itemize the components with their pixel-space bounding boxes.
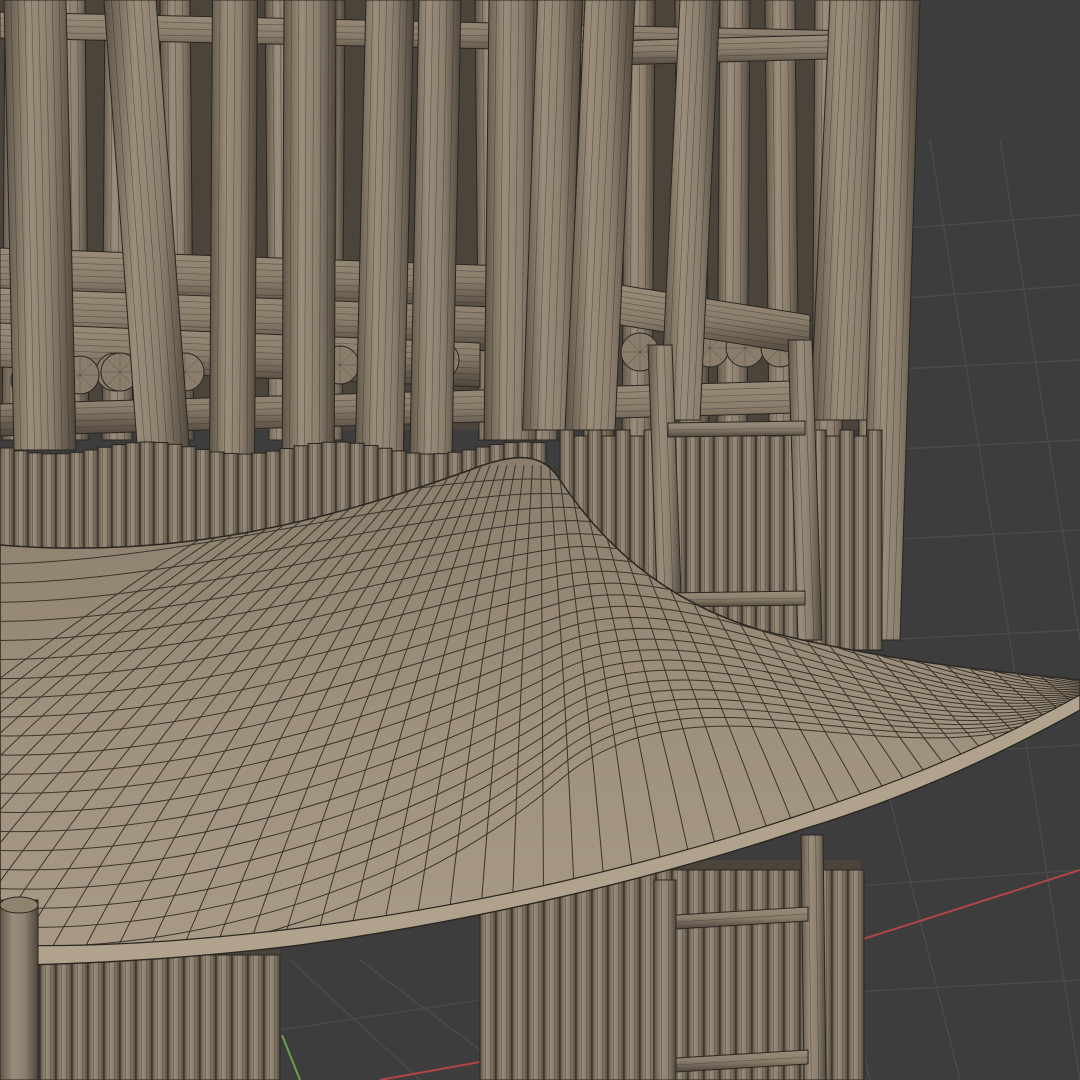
lower-stake-right xyxy=(591,869,609,1080)
skirt-stake xyxy=(69,451,85,556)
lower-stake xyxy=(135,954,153,1080)
lower-stake xyxy=(183,954,201,1080)
lower-stake-right xyxy=(543,869,561,1080)
skirt-stake xyxy=(83,449,99,556)
lower-stake-right xyxy=(719,869,737,1080)
lower-stake-right xyxy=(735,869,753,1080)
front-pole xyxy=(281,0,337,511)
skirt-stake-right xyxy=(839,429,855,651)
lower-stake xyxy=(87,954,105,1080)
front-pole xyxy=(208,0,259,471)
lower-stake xyxy=(231,954,249,1080)
skirt-stake xyxy=(181,446,197,556)
lower-stake xyxy=(199,954,217,1080)
ladder-rung xyxy=(667,420,806,438)
ladder-rail-right xyxy=(800,834,827,1080)
lower-stake-right xyxy=(575,869,593,1080)
lower-stake-right xyxy=(751,869,769,1080)
skirt-stake xyxy=(13,450,29,556)
skirt-stake-right xyxy=(867,429,883,651)
skirt-stake xyxy=(27,452,43,556)
lower-stake-right xyxy=(847,869,865,1080)
3d-viewport[interactable] xyxy=(0,0,1080,1080)
lower-stake xyxy=(71,954,89,1080)
lower-stake-right xyxy=(687,869,705,1080)
lower-stake xyxy=(263,954,281,1080)
skirt-stake-right xyxy=(741,435,757,651)
skirt-stake xyxy=(125,442,141,556)
viewport-canvas[interactable] xyxy=(0,0,1080,1080)
lower-stake xyxy=(55,954,73,1080)
lower-stake xyxy=(119,954,137,1080)
skirt-stake-right xyxy=(727,429,743,651)
lower-stake-right xyxy=(703,869,721,1080)
lower-stake-right xyxy=(623,869,641,1080)
skirt-stake xyxy=(139,441,155,556)
ladder-rail-left xyxy=(653,879,677,1080)
skirt-stake-right xyxy=(769,435,785,651)
lower-stake xyxy=(167,954,185,1080)
skirt-stake-right xyxy=(853,435,869,651)
lower-stake xyxy=(151,954,169,1080)
foreground-post xyxy=(0,896,39,1080)
skirt-stake-right xyxy=(755,429,771,651)
lower-stake-right xyxy=(831,869,849,1080)
skirt-stake xyxy=(0,447,15,556)
front-pole xyxy=(3,0,77,451)
skirt-stake xyxy=(111,444,127,556)
back-pole xyxy=(716,0,751,441)
lower-stake-right xyxy=(607,869,625,1080)
lower-stake xyxy=(103,954,121,1080)
lower-stake-right xyxy=(559,869,577,1080)
lower-stake-right xyxy=(767,869,785,1080)
skirt-stake xyxy=(55,453,71,556)
skirt-stake xyxy=(97,446,113,556)
skirt-stake xyxy=(153,442,169,556)
skirt-stake xyxy=(41,453,57,556)
lower-stake xyxy=(247,954,265,1080)
lower-stake xyxy=(39,954,57,1080)
lower-stake xyxy=(215,954,233,1080)
skirt-stake-right xyxy=(825,435,841,651)
skirt-stake xyxy=(167,443,183,556)
lower-stake-right xyxy=(783,869,801,1080)
